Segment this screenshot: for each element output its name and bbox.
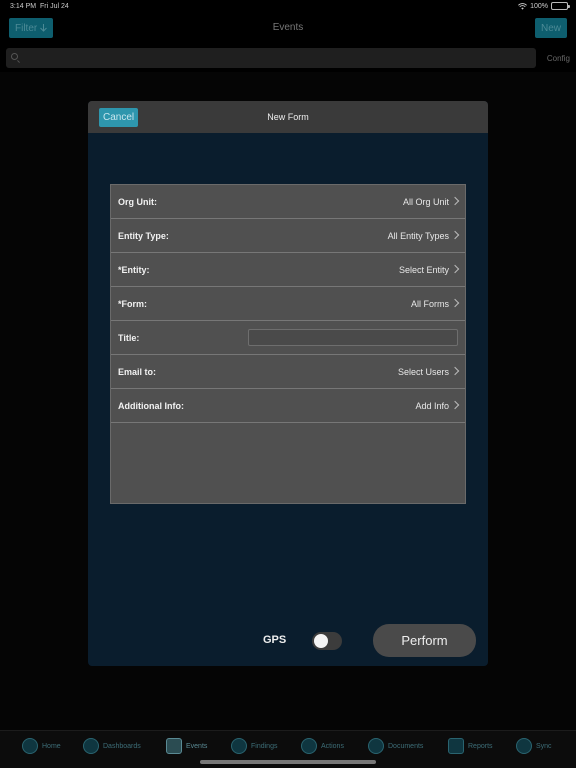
chevron-right-icon <box>454 401 459 409</box>
sync-icon <box>516 738 532 754</box>
documents-icon <box>368 738 384 754</box>
title-row: Title: <box>111 321 465 355</box>
email-to-label: Email to: <box>118 366 157 377</box>
entity-value: Select Entity <box>398 264 449 275</box>
gps-toggle[interactable] <box>312 632 342 650</box>
entity-type-value: All Entity Types <box>387 230 449 241</box>
chevron-right-icon <box>454 299 459 307</box>
form-label: *Form: <box>118 298 147 309</box>
org-unit-value: All Org Unit <box>402 196 449 207</box>
actions-icon <box>301 738 317 754</box>
tab-label: Findings <box>251 742 278 750</box>
search-icon <box>11 53 18 60</box>
additional-info-value: Add Info <box>415 400 449 411</box>
entity-type-row[interactable]: Entity Type: All Entity Types <box>111 219 465 253</box>
status-date: Fri Jul 24 <box>40 3 69 10</box>
reports-icon <box>448 738 464 754</box>
entity-label: *Entity: <box>118 264 150 275</box>
tab-label: Sync <box>536 742 552 750</box>
search-row: Config <box>0 46 576 70</box>
search-input[interactable] <box>6 48 536 68</box>
tab-label: Actions <box>321 742 344 750</box>
page-title: Events <box>272 22 304 33</box>
status-right: 100% <box>518 2 570 10</box>
org-unit-row[interactable]: Org Unit: All Org Unit <box>111 185 465 219</box>
chevron-right-icon <box>454 197 459 205</box>
home-icon <box>22 738 38 754</box>
toggle-knob <box>314 634 328 648</box>
tab-actions[interactable]: Actions <box>301 738 344 754</box>
status-time: 3:14 PM <box>10 3 37 10</box>
form-table: Org Unit: All Org Unit Entity Type: All … <box>110 184 466 504</box>
tab-events[interactable]: Events <box>166 738 207 754</box>
wifi-icon <box>518 2 528 10</box>
tab-label: Home <box>42 742 61 750</box>
modal-header: Cancel New Form <box>88 101 488 133</box>
status-bar: 3:14 PM Fri Jul 24 100% <box>0 0 576 14</box>
tab-findings[interactable]: Findings <box>231 738 277 754</box>
email-to-value: Select Users <box>397 366 449 377</box>
perform-button[interactable]: Perform <box>373 624 476 657</box>
tab-label: Dashboards <box>103 742 141 750</box>
battery-icon <box>551 2 570 10</box>
form-value: All Forms <box>411 298 449 309</box>
tab-sync[interactable]: Sync <box>516 738 552 754</box>
home-indicator[interactable] <box>200 760 376 764</box>
email-to-row[interactable]: Email to: Select Users <box>111 355 465 389</box>
chevron-right-icon <box>454 367 459 375</box>
new-button[interactable]: New <box>534 18 567 38</box>
warning-icon <box>231 738 247 754</box>
navigation-bar: Filter Events New <box>0 14 576 44</box>
tab-label: Reports <box>468 742 493 750</box>
entity-row[interactable]: *Entity: Select Entity <box>111 253 465 287</box>
tab-label: Events <box>186 742 208 750</box>
calendar-icon <box>166 738 182 754</box>
additional-info-label: Additional Info: <box>118 400 184 411</box>
tab-documents[interactable]: Documents <box>368 738 423 754</box>
form-row[interactable]: *Form: All Forms <box>111 287 465 321</box>
entity-type-label: Entity Type: <box>118 230 169 241</box>
chevron-right-icon <box>454 265 459 273</box>
tab-dashboards[interactable]: Dashboards <box>83 738 141 754</box>
gps-label: GPS <box>263 634 287 646</box>
title-input[interactable] <box>248 329 458 346</box>
title-label: Title: <box>118 332 140 343</box>
dashboard-icon <box>83 738 99 754</box>
additional-info-row[interactable]: Additional Info: Add Info <box>111 389 465 423</box>
chevron-right-icon <box>454 231 459 239</box>
modal-title: New Form <box>267 112 309 122</box>
tab-label: Documents <box>388 742 424 750</box>
new-form-modal: Cancel New Form Org Unit: All Org Unit E… <box>88 101 488 666</box>
tab-reports[interactable]: Reports <box>448 738 493 754</box>
battery-percent: 100% <box>530 2 548 10</box>
org-unit-label: Org Unit: <box>118 196 157 207</box>
tab-home[interactable]: Home <box>22 738 61 754</box>
config-button[interactable]: Config <box>547 54 570 63</box>
